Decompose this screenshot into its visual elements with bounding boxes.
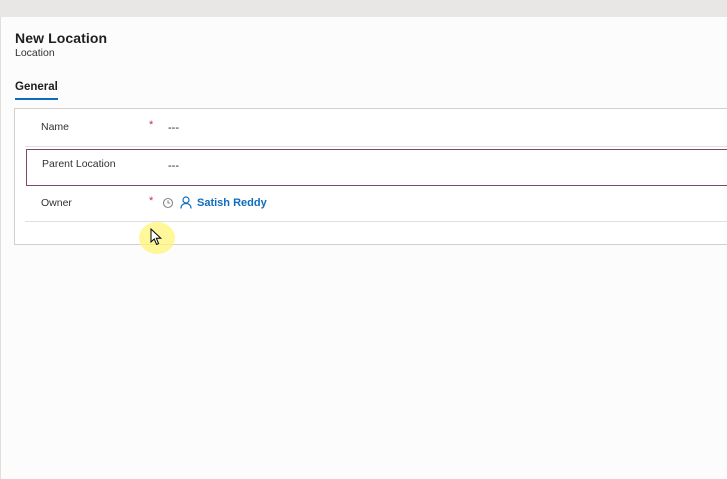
tab-list: General (15, 77, 58, 100)
top-bar (0, 0, 727, 17)
field-row-parent-location: Parent Location --- (26, 149, 727, 186)
field-label-parent-location: Parent Location (42, 158, 116, 170)
left-border (0, 17, 1, 479)
required-indicator: * (149, 119, 154, 131)
required-indicator: * (149, 195, 154, 207)
owner-lookup[interactable]: Satish Reddy (162, 196, 267, 209)
clock-icon (162, 197, 174, 208)
field-label-name: Name (41, 121, 70, 133)
person-icon[interactable] (180, 196, 192, 209)
field-row-name: Name * --- (25, 109, 727, 147)
field-label-owner: Owner (41, 197, 72, 209)
parent-location-lookup[interactable]: --- (168, 160, 179, 172)
field-row-owner: Owner * Satish Reddy (25, 186, 727, 222)
page-title: New Location (15, 30, 108, 46)
mouse-cursor-icon (150, 228, 163, 246)
owner-link[interactable]: Satish Reddy (197, 197, 267, 209)
name-input[interactable]: --- (168, 122, 179, 134)
tab-general[interactable]: General (15, 80, 58, 100)
general-section: Name * --- Parent Location --- Owner * S… (14, 108, 727, 245)
page-subtitle: Location (15, 47, 55, 59)
form-header: New Location Location (15, 30, 107, 60)
